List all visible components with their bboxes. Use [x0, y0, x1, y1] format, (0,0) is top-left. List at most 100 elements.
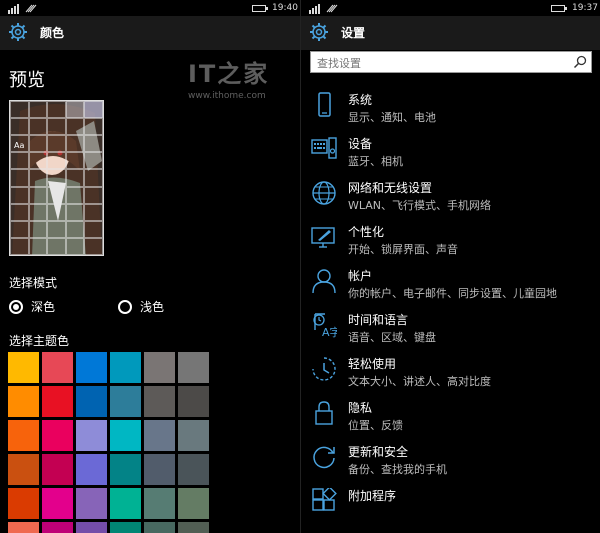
color-swatch[interactable] — [76, 454, 107, 485]
ease-of-access-icon — [312, 357, 336, 381]
search-box[interactable] — [310, 51, 592, 74]
search-input[interactable] — [311, 53, 561, 74]
color-swatch[interactable] — [178, 522, 209, 533]
settings-category-list: 系统 显示、通知、电池 设备 蓝牙、相机 网络和无线设置 WLAN、飞行模式、手… — [301, 88, 600, 528]
color-swatch[interactable] — [42, 522, 73, 533]
color-swatch[interactable] — [8, 488, 39, 519]
radio-dark[interactable]: 深色 — [9, 298, 55, 315]
color-swatch[interactable] — [178, 488, 209, 519]
color-swatch[interactable] — [110, 386, 141, 417]
color-swatch[interactable] — [144, 522, 175, 533]
settings-item-name: 轻松使用 — [348, 357, 397, 371]
settings-item-desc: WLAN、飞行模式、手机网络 — [348, 199, 492, 212]
personalization-icon — [311, 227, 335, 248]
color-swatch[interactable] — [76, 420, 107, 451]
lock-icon — [315, 401, 333, 425]
globe-icon — [312, 181, 336, 205]
color-swatch[interactable] — [110, 454, 141, 485]
settings-item-devices[interactable]: 设备 蓝牙、相机 — [301, 132, 600, 176]
mode-heading: 选择模式 — [9, 276, 58, 290]
signal-icon — [8, 4, 37, 14]
radio-light[interactable]: 浅色 — [118, 298, 164, 315]
radio-dark-indicator[interactable] — [9, 299, 23, 314]
color-swatch[interactable] — [144, 488, 175, 519]
color-swatch[interactable] — [76, 386, 107, 417]
gear-icon[interactable] — [309, 22, 329, 42]
status-bar: 19:40 — [0, 0, 300, 16]
settings-item-extras[interactable]: 附加程序 — [301, 484, 600, 528]
settings-pane: 19:37 设置 系统 显示、通知、电池 — [300, 0, 600, 533]
color-swatch[interactable] — [178, 454, 209, 485]
color-swatch[interactable] — [42, 420, 73, 451]
color-swatch[interactable] — [144, 386, 175, 417]
settings-item-desc: 显示、通知、电池 — [348, 111, 436, 124]
settings-item-name: 网络和无线设置 — [348, 181, 433, 195]
svg-text:A字: A字 — [322, 325, 337, 338]
settings-item-name: 帐户 — [348, 269, 373, 283]
watermark: IT之家 www.ithome.com — [188, 54, 278, 104]
color-swatch[interactable] — [144, 454, 175, 485]
color-swatch[interactable] — [144, 352, 175, 383]
battery-icon — [551, 5, 567, 12]
color-swatch[interactable] — [76, 522, 107, 533]
color-swatch[interactable] — [178, 386, 209, 417]
status-time: 19:40 — [272, 3, 298, 13]
radio-light-indicator[interactable] — [118, 299, 132, 314]
settings-item-desc: 开始、锁屏界面、声音 — [348, 243, 458, 256]
color-swatch[interactable] — [110, 420, 141, 451]
color-swatch[interactable] — [178, 352, 209, 383]
settings-item-privacy[interactable]: 隐私 位置、反馈 — [301, 396, 600, 440]
settings-item-ease-of-access[interactable]: 轻松使用 文本大小、讲述人、高对比度 — [301, 352, 600, 396]
person-icon — [312, 269, 336, 294]
color-swatch[interactable] — [8, 386, 39, 417]
color-swatch[interactable] — [42, 352, 73, 383]
settings-item-update-security[interactable]: 更新和安全 备份、查找我的手机 — [301, 440, 600, 484]
devices-icon — [311, 137, 337, 159]
watermark-logo: IT之家 — [188, 60, 270, 88]
settings-item-desc: 你的帐户、电子邮件、同步设置、儿童园地 — [348, 287, 557, 300]
settings-item-name: 时间和语言 — [348, 313, 409, 327]
theme-preview: Aa — [9, 100, 104, 256]
color-swatch[interactable] — [8, 522, 39, 533]
page-header: 设置 — [301, 16, 600, 50]
page-title: 颜色 — [40, 26, 65, 40]
phone-icon — [318, 92, 331, 117]
page-title: 设置 — [341, 26, 366, 40]
preview-heading: 预览 — [9, 70, 45, 91]
settings-item-time-language[interactable]: A字 时间和语言 语音、区域、键盘 — [301, 308, 600, 352]
settings-item-desc: 备份、查找我的手机 — [348, 463, 447, 476]
search-icon[interactable] — [573, 55, 587, 69]
color-swatch[interactable] — [76, 352, 107, 383]
color-swatch[interactable] — [178, 420, 209, 451]
color-swatch[interactable] — [110, 352, 141, 383]
settings-item-accounts[interactable]: 帐户 你的帐户、电子邮件、同步设置、儿童园地 — [301, 264, 600, 308]
color-swatch[interactable] — [8, 352, 39, 383]
time-language-icon: A字 — [313, 313, 337, 338]
watermark-url: www.ithome.com — [188, 91, 266, 101]
settings-item-name: 附加程序 — [348, 489, 397, 503]
preview-tile-grid — [10, 101, 103, 255]
color-swatch[interactable] — [42, 454, 73, 485]
color-swatch[interactable] — [42, 386, 73, 417]
settings-item-personalization[interactable]: 个性化 开始、锁屏界面、声音 — [301, 220, 600, 264]
gear-icon[interactable] — [8, 22, 28, 42]
color-swatch[interactable] — [144, 420, 175, 451]
settings-item-system[interactable]: 系统 显示、通知、电池 — [301, 88, 600, 132]
settings-item-name: 隐私 — [348, 401, 373, 415]
color-swatch[interactable] — [8, 454, 39, 485]
color-swatch[interactable] — [42, 488, 73, 519]
status-time: 19:37 — [572, 3, 598, 13]
settings-item-name: 更新和安全 — [348, 445, 409, 459]
color-swatch[interactable] — [110, 488, 141, 519]
settings-item-network[interactable]: 网络和无线设置 WLAN、飞行模式、手机网络 — [301, 176, 600, 220]
color-swatch[interactable] — [8, 420, 39, 451]
radio-dark-label: 深色 — [31, 300, 56, 314]
color-swatch[interactable] — [76, 488, 107, 519]
battery-icon — [252, 5, 268, 12]
settings-item-desc: 语音、区域、键盘 — [348, 331, 436, 344]
update-icon — [313, 446, 335, 469]
radio-light-label: 浅色 — [140, 300, 165, 314]
settings-item-name: 设备 — [348, 137, 373, 151]
extras-icon — [312, 488, 337, 511]
color-swatch[interactable] — [110, 522, 141, 533]
